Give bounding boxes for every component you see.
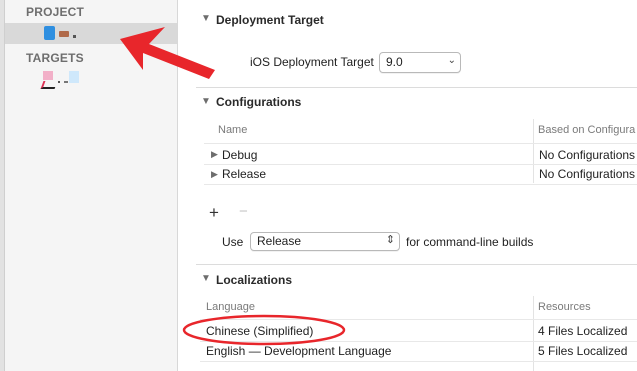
red-arrow-icon xyxy=(120,27,215,79)
annotation-overlay xyxy=(120,27,346,346)
red-highlight-ellipse xyxy=(182,314,346,346)
